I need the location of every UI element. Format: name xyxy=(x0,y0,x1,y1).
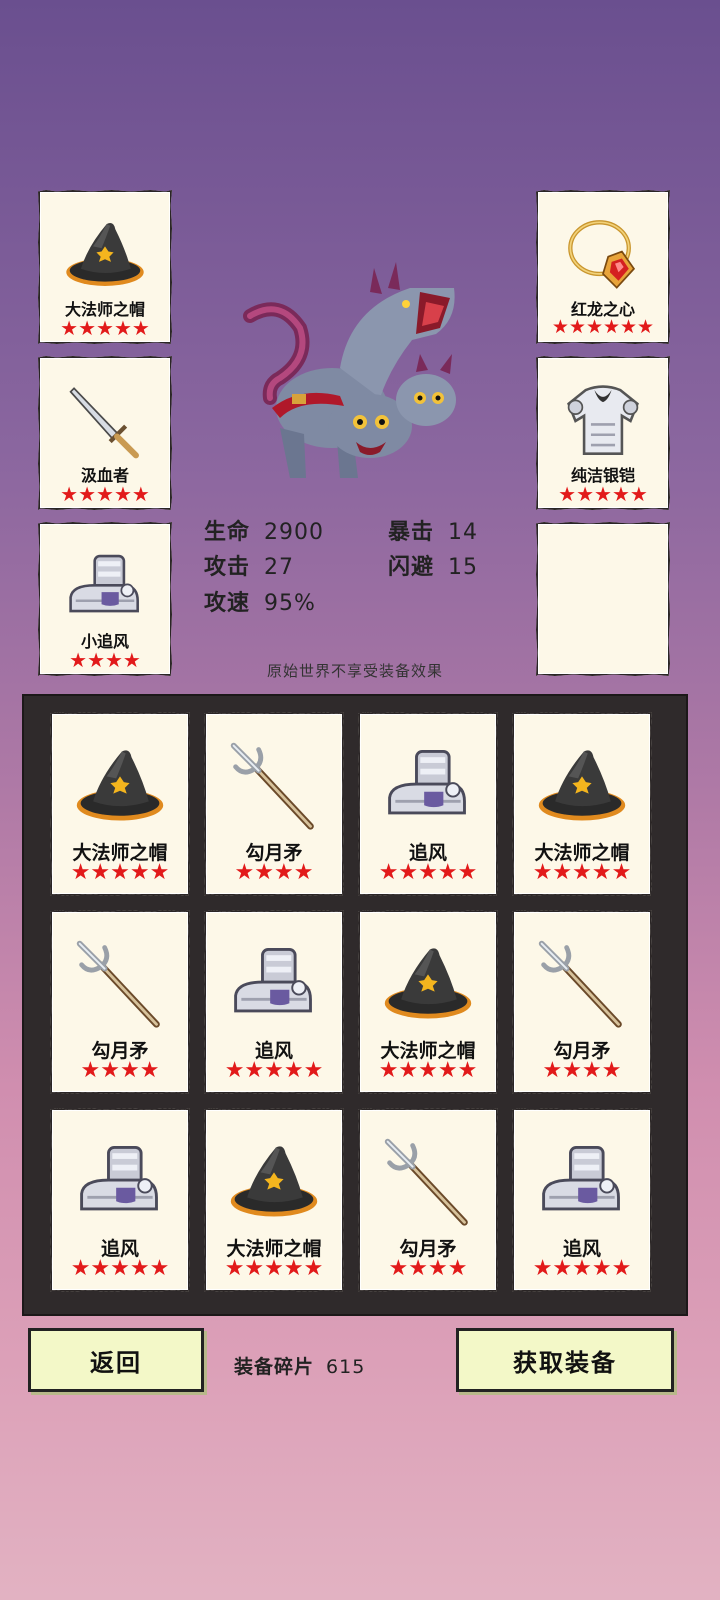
wizard-hat-icon xyxy=(62,212,148,298)
star-rating: ★★★★★ xyxy=(532,860,632,885)
equip-slot-amulet[interactable]: 红龙之心 ★★★★★★ xyxy=(536,190,670,344)
armor-icon xyxy=(560,378,646,464)
fragment-label: 装备碎片 xyxy=(234,1356,315,1378)
boots-icon xyxy=(380,738,476,834)
stat-value: 15 xyxy=(448,555,479,580)
boots-icon xyxy=(62,544,148,630)
inventory-item[interactable]: 追风 ★★★★★ xyxy=(512,1108,652,1292)
wizard-hat-icon xyxy=(380,936,476,1032)
wizard-hat-icon xyxy=(534,738,630,834)
stat-value: 95% xyxy=(264,591,316,616)
inventory-item[interactable]: 追风 ★★★★★ xyxy=(358,712,498,896)
star-rating: ★★★★ xyxy=(542,1058,622,1083)
star-rating: ★★★★★ xyxy=(532,1256,632,1281)
inventory-item[interactable]: 勾月矛 ★★★★ xyxy=(50,910,190,1094)
amulet-icon xyxy=(560,212,646,298)
inventory-item[interactable]: 追风 ★★★★★ xyxy=(50,1108,190,1292)
spear-icon xyxy=(72,936,168,1032)
stat-speed: 攻速 95% xyxy=(204,585,316,617)
boots-icon xyxy=(226,936,322,1032)
wizard-hat-icon xyxy=(72,738,168,834)
fragment-value: 615 xyxy=(326,1356,366,1378)
get-equipment-button[interactable]: 获取装备 xyxy=(456,1328,674,1392)
inventory-item[interactable]: 勾月矛 ★★★★ xyxy=(512,910,652,1094)
stat-value: 14 xyxy=(448,520,479,545)
inventory-item[interactable]: 勾月矛 ★★★★ xyxy=(204,712,344,896)
star-rating: ★★★★ xyxy=(388,1256,468,1281)
inventory-item[interactable]: 追风 ★★★★★ xyxy=(204,910,344,1094)
star-rating: ★★★★★ xyxy=(378,1058,478,1083)
star-rating: ★★★★★ xyxy=(60,482,150,506)
back-button[interactable]: 返回 xyxy=(28,1328,204,1392)
wizard-hat-icon xyxy=(226,1134,322,1230)
star-rating: ★★★★★ xyxy=(70,860,170,885)
star-rating: ★★★★ xyxy=(234,860,314,885)
dragon-pet-sprite xyxy=(243,262,456,478)
boots-icon xyxy=(534,1134,630,1230)
equip-slot-hat[interactable]: 大法师之帽 ★★★★★ xyxy=(38,190,172,344)
equip-slot-weapon[interactable]: 汲血者 ★★★★★ xyxy=(38,356,172,510)
stat-crit: 暴击 14 xyxy=(388,514,478,546)
equip-slot-boots[interactable]: 小追风 ★★★★ xyxy=(38,522,172,676)
inventory-item[interactable]: 大法师之帽 ★★★★★ xyxy=(358,910,498,1094)
stat-label: 攻速 xyxy=(204,591,251,616)
star-rating: ★★★★★★ xyxy=(551,316,655,338)
fragment-count: 装备碎片 615 xyxy=(234,1352,365,1379)
star-rating: ★★★★★ xyxy=(60,316,150,340)
star-rating: ★★★★ xyxy=(80,1058,160,1083)
dagger-icon xyxy=(62,378,148,464)
stat-value: 27 xyxy=(264,555,295,580)
spear-icon xyxy=(534,936,630,1032)
inventory-item[interactable]: 勾月矛 ★★★★ xyxy=(358,1108,498,1292)
equipment-notice: 原始世界不享受装备效果 xyxy=(266,662,443,680)
boots-icon xyxy=(72,1134,168,1230)
spear-icon xyxy=(226,738,322,834)
star-rating: ★★★★★ xyxy=(224,1256,324,1281)
spear-icon xyxy=(380,1134,476,1230)
inventory-item[interactable]: 大法师之帽 ★★★★★ xyxy=(204,1108,344,1292)
stat-label: 生命 xyxy=(204,520,251,545)
equip-slot-empty[interactable] xyxy=(536,522,670,676)
stat-hp: 生命 2900 xyxy=(204,514,324,546)
inventory-item[interactable]: 大法师之帽 ★★★★★ xyxy=(512,712,652,896)
star-rating: ★★★★★ xyxy=(70,1256,170,1281)
stat-value: 2900 xyxy=(264,520,325,545)
stat-label: 暴击 xyxy=(388,520,435,545)
star-rating: ★★★★★ xyxy=(378,860,478,885)
stat-dodge: 闪避 15 xyxy=(388,549,478,581)
equip-slot-armor[interactable]: 纯洁银铠 ★★★★★ xyxy=(536,356,670,510)
stat-label: 攻击 xyxy=(204,555,251,580)
star-rating: ★★★★★ xyxy=(224,1058,324,1083)
stat-atk: 攻击 27 xyxy=(204,549,294,581)
star-rating: ★★★★★ xyxy=(558,482,648,506)
stat-label: 闪避 xyxy=(388,555,435,580)
inventory-panel: 大法师之帽 ★★★★★ 勾月矛 ★★★★ 追风 ★★★★★ 大法师之帽 ★★★★… xyxy=(22,694,688,1316)
inventory-item[interactable]: 大法师之帽 ★★★★★ xyxy=(50,712,190,896)
